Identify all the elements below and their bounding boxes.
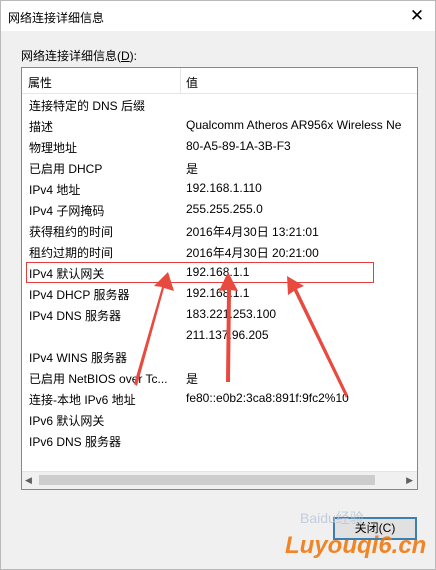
arrow-right [287, 276, 348, 398]
site-watermark: Luyouqi6.cn [285, 532, 427, 559]
arrow-left [134, 272, 174, 386]
baidu-watermark: Baidu经验 [300, 510, 364, 526]
annotation-arrows [134, 272, 348, 398]
arrow-middle [219, 272, 238, 382]
